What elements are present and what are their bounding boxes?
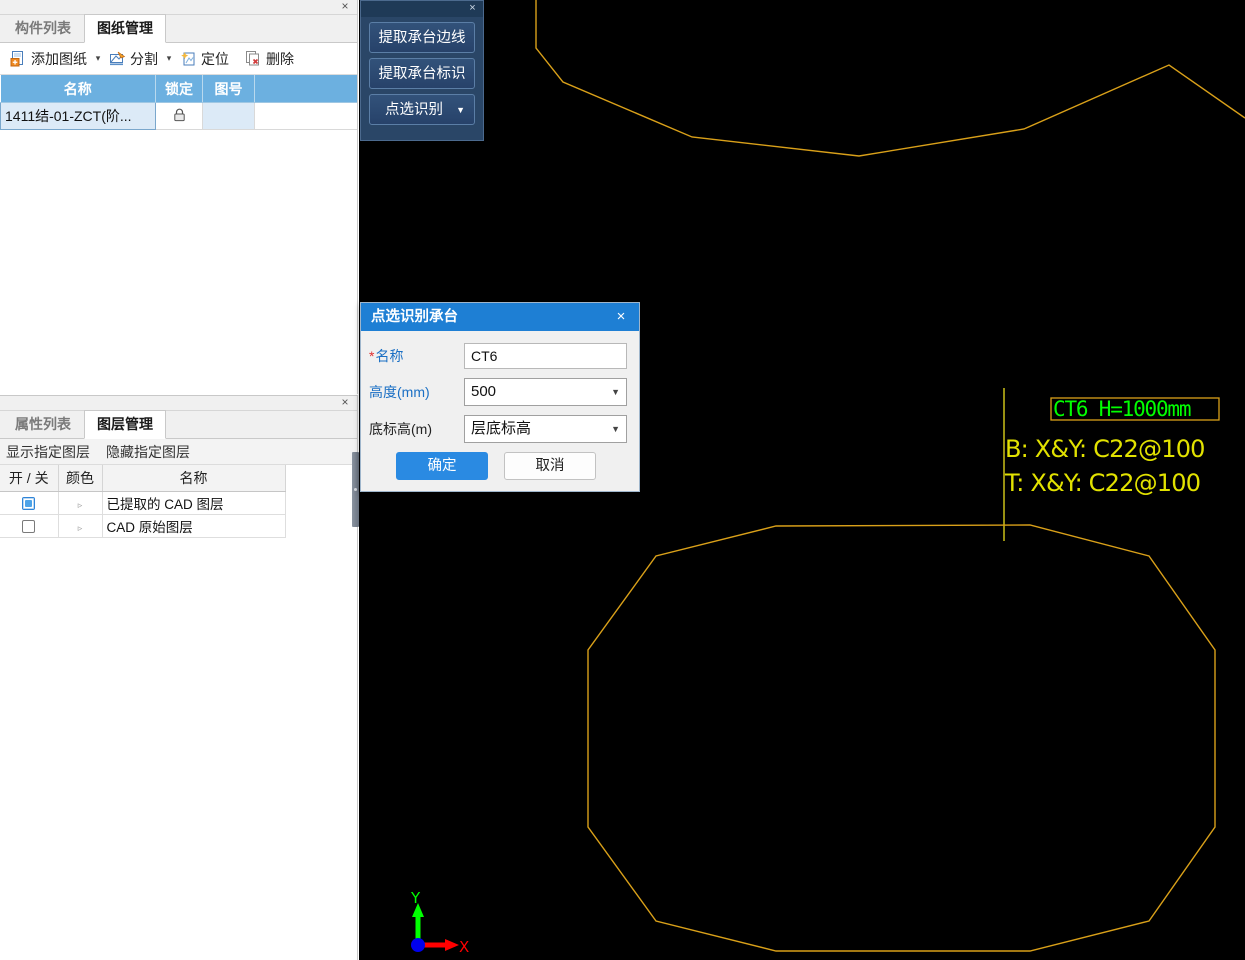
table-row[interactable]: ▹ CAD 原始图层 bbox=[0, 514, 286, 538]
chevron-down-icon[interactable]: ▼ bbox=[611, 416, 620, 442]
tab-component-list[interactable]: 构件列表 bbox=[2, 14, 84, 42]
chevron-down-icon[interactable]: ▼ bbox=[456, 95, 465, 126]
drawing-management-panel: × 构件列表 图纸管理 添加图纸 ▾ 分割 ▾ 定位 删除 名称 锁定 图号 1… bbox=[0, 0, 358, 394]
bottom-elevation-select-value: 层底标高 bbox=[471, 420, 532, 437]
drawing-table-header-row: 名称 锁定 图号 bbox=[0, 75, 357, 103]
name-field-label: *名称 bbox=[369, 346, 464, 366]
add-drawing-chevron-down-icon[interactable]: ▾ bbox=[91, 53, 105, 64]
confirm-button[interactable]: 确定 bbox=[396, 452, 488, 480]
layer-table: 开 / 关 颜色 名称 ▹ 已提取的 CAD 图层 ▹ CAD 原始图层 bbox=[0, 465, 286, 538]
floating-recognition-toolbar: × 提取承台边线 提取承台标识 点选识别 ▼ bbox=[360, 0, 484, 141]
column-header-name[interactable]: 名称 bbox=[0, 75, 156, 103]
tab-drawing-management[interactable]: 图纸管理 bbox=[84, 14, 166, 43]
column-header-onoff[interactable]: 开 / 关 bbox=[0, 465, 59, 492]
cell-layer-name[interactable]: 已提取的 CAD 图层 bbox=[102, 491, 286, 515]
field-row-bottom-elevation: 底标高(m) 层底标高 ▼ bbox=[369, 415, 627, 443]
bottom-elevation-select[interactable]: 层底标高 ▼ bbox=[464, 415, 627, 443]
delete-icon bbox=[245, 50, 262, 67]
drawing-table: 名称 锁定 图号 1411结-01-ZCT(阶... bbox=[0, 75, 357, 130]
chevron-down-icon[interactable]: ▼ bbox=[611, 379, 620, 405]
chevron-right-icon: ▹ bbox=[77, 499, 83, 510]
tab-property-list[interactable]: 属性列表 bbox=[2, 410, 84, 438]
name-input[interactable]: CT6 bbox=[464, 343, 627, 369]
cell-layer-name[interactable]: CAD 原始图层 bbox=[102, 514, 286, 538]
drawing-toolbar: 添加图纸 ▾ 分割 ▾ 定位 删除 bbox=[0, 43, 357, 75]
split-icon bbox=[109, 50, 126, 67]
height-select-value: 500 bbox=[471, 383, 497, 400]
floating-toolbar-titlebar: × bbox=[361, 1, 483, 17]
cad-bottom-rebar-note: B: X&Y: C22@100 bbox=[1005, 435, 1205, 463]
layer-management-panel: × 属性列表 图层管理 显示指定图层 隐藏指定图层 开 / 关 颜色 名称 ▹ … bbox=[0, 395, 358, 960]
dialog-title: 点选识别承台 bbox=[371, 309, 458, 325]
show-specified-layer-link[interactable]: 显示指定图层 bbox=[6, 442, 90, 462]
split-button[interactable]: 分割 bbox=[105, 46, 162, 72]
delete-label: 删除 bbox=[266, 50, 294, 67]
cad-top-rebar-note: T: X&Y: C22@100 bbox=[1004, 469, 1200, 497]
height-field-label: 高度(mm) bbox=[369, 384, 430, 400]
layer-linkbar: 显示指定图层 隐藏指定图层 bbox=[0, 439, 357, 465]
point-pick-cap-dialog: 点选识别承台 × *名称 CT6 高度(mm) 500 ▼ 底标高(m) 层底标… bbox=[360, 302, 640, 492]
left-dock: × 构件列表 图纸管理 添加图纸 ▾ 分割 ▾ 定位 删除 名称 锁定 图号 1… bbox=[0, 0, 359, 960]
name-label-text: 名称 bbox=[375, 348, 404, 364]
drawing-panel-titlebar: × bbox=[0, 0, 357, 15]
lock-icon bbox=[173, 108, 186, 125]
field-row-height: 高度(mm) 500 ▼ bbox=[369, 378, 627, 406]
split-chevron-down-icon[interactable]: ▾ bbox=[162, 53, 176, 64]
cad-axis-x-label: X bbox=[459, 938, 469, 956]
layer-panel-tabstrip: 属性列表 图层管理 bbox=[0, 410, 357, 439]
required-marker: * bbox=[369, 348, 375, 364]
bottom-elevation-field-label: 底标高(m) bbox=[369, 421, 432, 437]
dialog-titlebar: 点选识别承台 × bbox=[361, 303, 639, 331]
column-header-lock[interactable]: 锁定 bbox=[155, 75, 203, 103]
field-row-name: *名称 CT6 bbox=[369, 343, 627, 369]
cell-lock[interactable] bbox=[155, 102, 203, 130]
cell-layer-expand[interactable]: ▹ bbox=[58, 491, 103, 515]
add-drawing-button[interactable]: 添加图纸 bbox=[6, 46, 91, 72]
locate-button[interactable]: 定位 bbox=[176, 46, 233, 72]
add-drawing-icon bbox=[10, 50, 27, 67]
point-pick-recognize-label: 点选识别 bbox=[385, 102, 443, 118]
extract-cap-edge-label: 提取承台边线 bbox=[378, 30, 466, 46]
cad-cap-tag-text: CT6 H=1000mm bbox=[1053, 397, 1191, 421]
column-header-color[interactable]: 颜色 bbox=[58, 465, 103, 492]
cell-drawing-number[interactable] bbox=[202, 102, 255, 130]
extract-cap-mark-button[interactable]: 提取承台标识 bbox=[369, 58, 475, 89]
cell-layer-toggle[interactable] bbox=[0, 491, 59, 515]
column-header-number[interactable]: 图号 bbox=[202, 75, 255, 103]
cell-drawing-name[interactable]: 1411结-01-ZCT(阶... bbox=[0, 102, 156, 130]
hide-specified-layer-link[interactable]: 隐藏指定图层 bbox=[106, 442, 190, 462]
locate-label: 定位 bbox=[201, 50, 229, 67]
close-icon[interactable]: × bbox=[466, 1, 479, 15]
point-pick-recognize-button[interactable]: 点选识别 ▼ bbox=[369, 94, 475, 125]
add-drawing-label: 添加图纸 bbox=[31, 50, 87, 67]
cancel-button[interactable]: 取消 bbox=[504, 452, 596, 480]
dialog-body: *名称 CT6 高度(mm) 500 ▼ 底标高(m) 层底标高 ▼ 确定 取消 bbox=[361, 331, 639, 480]
cell-filler bbox=[254, 102, 357, 130]
table-row[interactable]: ▹ 已提取的 CAD 图层 bbox=[0, 491, 286, 515]
cad-axis-y-label: Y bbox=[410, 889, 421, 907]
locate-icon bbox=[180, 50, 197, 67]
chevron-right-icon: ▹ bbox=[77, 522, 83, 533]
layer-panel-titlebar: × bbox=[0, 395, 357, 411]
delete-button[interactable]: 删除 bbox=[241, 46, 298, 72]
cell-layer-expand[interactable]: ▹ bbox=[58, 514, 103, 538]
dialog-button-row: 确定 取消 bbox=[369, 452, 627, 480]
height-select[interactable]: 500 ▼ bbox=[464, 378, 627, 406]
panel-splitter-handle[interactable] bbox=[352, 452, 359, 527]
column-header-filler bbox=[254, 75, 357, 103]
close-icon[interactable]: × bbox=[338, 395, 352, 409]
extract-cap-mark-label: 提取承台标识 bbox=[378, 66, 466, 82]
layer-checkbox[interactable] bbox=[22, 497, 36, 511]
close-icon[interactable]: × bbox=[338, 0, 352, 13]
layer-table-header-row: 开 / 关 颜色 名称 bbox=[0, 465, 286, 492]
table-row[interactable]: 1411结-01-ZCT(阶... bbox=[0, 102, 357, 130]
split-label: 分割 bbox=[130, 50, 158, 67]
close-icon[interactable]: × bbox=[611, 303, 631, 331]
extract-cap-edge-button[interactable]: 提取承台边线 bbox=[369, 22, 475, 53]
cell-layer-toggle[interactable] bbox=[0, 514, 59, 538]
layer-checkbox[interactable] bbox=[22, 520, 36, 534]
tab-layer-management[interactable]: 图层管理 bbox=[84, 410, 166, 439]
column-header-layer-name[interactable]: 名称 bbox=[102, 465, 286, 492]
drawing-panel-tabstrip: 构件列表 图纸管理 bbox=[0, 14, 357, 43]
